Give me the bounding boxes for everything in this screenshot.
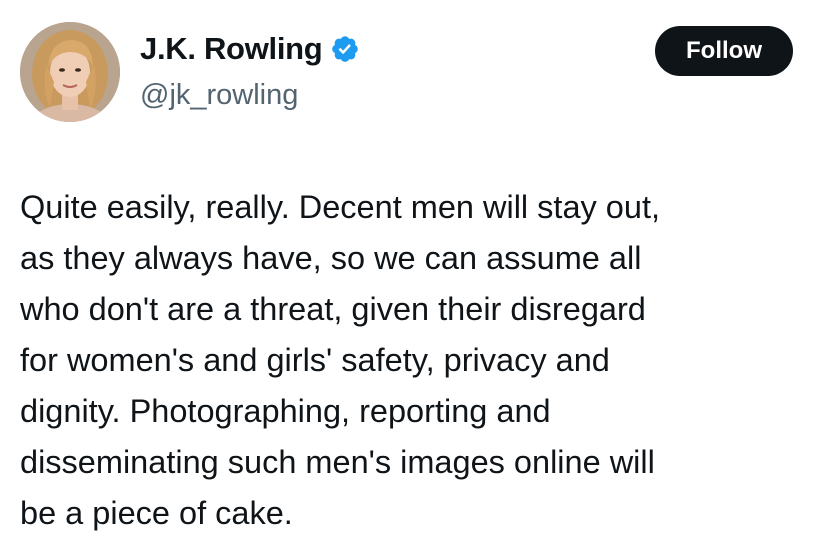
tweet-text-line: disseminating such men's images online w… <box>20 444 655 480</box>
author-handle[interactable]: @jk_rowling <box>140 77 298 113</box>
tweet-text-line: be a piece of cake. <box>20 495 293 531</box>
tweet-text: Quite easily, really. Decent men will st… <box>20 182 810 539</box>
tweet-text-line: as they always have, so we can assume al… <box>20 240 642 276</box>
tweet-text-line: dignity. Photographing, reporting and <box>20 393 551 429</box>
tweet-card: J.K. Rowling @jk_rowling Follow Quite ea… <box>0 0 825 551</box>
tweet-text-line: for women's and girls' safety, privacy a… <box>20 342 610 378</box>
tweet-text-line: who don't are a threat, given their disr… <box>20 291 646 327</box>
author-name-row: J.K. Rowling <box>140 30 360 68</box>
follow-button[interactable]: Follow <box>655 26 793 76</box>
author-display-name[interactable]: J.K. Rowling <box>140 30 323 68</box>
avatar[interactable] <box>20 22 120 122</box>
profile-photo-icon <box>20 22 120 122</box>
tweet-text-line: Quite easily, really. Decent men will st… <box>20 189 661 225</box>
verified-badge-icon <box>330 34 360 64</box>
